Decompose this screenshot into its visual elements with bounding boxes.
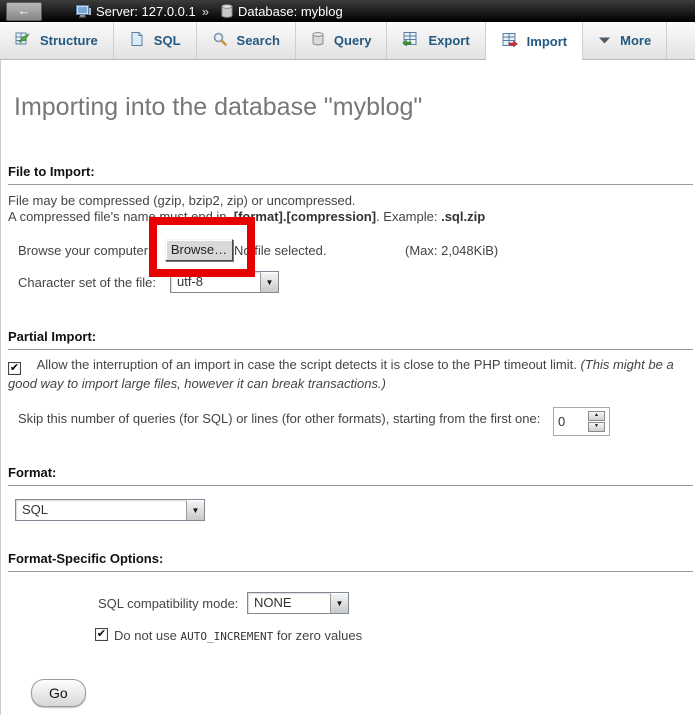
charset-select[interactable]: utf-8 ▼ xyxy=(170,271,279,293)
compression-line1: File may be compressed (gzip, bzip2, zip… xyxy=(8,193,688,209)
autoincrement-option-row: ✔ Do not use AUTO_INCREMENT for zero val… xyxy=(1,627,695,645)
chevron-down-icon xyxy=(598,33,611,48)
search-icon xyxy=(212,31,228,50)
charset-label: Character set of the file: xyxy=(18,275,156,290)
stepper-up-icon[interactable]: ▲ xyxy=(588,411,605,421)
breadcrumb-bar: ← Server: 127.0.0.1 » Database: myblog xyxy=(0,0,695,22)
tab-label: More xyxy=(620,33,651,48)
tab-bar: Structure SQL Search Query xyxy=(0,22,695,60)
charset-row: Character set of the file: utf-8 ▼ xyxy=(1,271,695,295)
breadcrumb-database[interactable]: Database: myblog xyxy=(238,4,343,19)
format-compression-token: .[format].[compression] xyxy=(230,209,376,224)
import-page: Importing into the database "myblog" Fil… xyxy=(0,60,695,715)
sql-compat-row: SQL compatibility mode: NONE ▼ xyxy=(1,592,695,618)
stepper-down-icon[interactable]: ▼ xyxy=(588,422,605,432)
breadcrumb-separator: » xyxy=(202,4,209,19)
charset-selected-value: utf-8 xyxy=(171,272,260,292)
tab-import[interactable]: Import xyxy=(486,22,583,60)
max-size-text: (Max: 2,048KiB) xyxy=(405,243,498,258)
tab-label: Query xyxy=(334,33,372,48)
tab-label: Export xyxy=(428,33,469,48)
tab-label: Structure xyxy=(40,33,98,48)
autoincrement-checkbox[interactable]: ✔ xyxy=(95,628,108,641)
auto-increment-code: AUTO_INCREMENT xyxy=(181,630,274,643)
allow-interrupt-checkbox[interactable]: ✔ xyxy=(8,362,21,375)
chevron-down-icon[interactable]: ▼ xyxy=(260,272,278,292)
format-row: SQL ▼ xyxy=(1,499,695,523)
browse-button[interactable]: Browse… xyxy=(165,239,233,261)
chevron-down-icon[interactable]: ▼ xyxy=(186,500,204,520)
back-button[interactable]: ← xyxy=(6,2,42,21)
chevron-down-icon[interactable]: ▼ xyxy=(330,593,348,613)
sql-icon xyxy=(129,31,145,50)
allow-interrupt-label: Allow the interruption of an import in c… xyxy=(37,357,581,372)
query-icon xyxy=(311,31,325,50)
allow-interrupt-option: ✔ Allow the interruption of an import in… xyxy=(8,356,688,393)
database-icon xyxy=(221,4,233,18)
format-select[interactable]: SQL ▼ xyxy=(15,499,205,521)
tab-label: Import xyxy=(527,34,567,49)
tab-label: Search xyxy=(237,33,280,48)
compression-info-text: File may be compressed (gzip, bzip2, zip… xyxy=(8,193,688,225)
autoincrement-label: Do not use AUTO_INCREMENT for zero value… xyxy=(114,628,362,643)
example-token: .sql.zip xyxy=(441,209,485,224)
no-file-selected-text: No file selected. xyxy=(234,243,327,258)
file-upload-row: Browse your computer: Browse… No file se… xyxy=(1,239,695,263)
sql-compat-selected-value: NONE xyxy=(248,593,330,613)
structure-icon xyxy=(15,31,31,50)
sql-compat-label: SQL compatibility mode: xyxy=(98,596,238,611)
skip-queries-row: Skip this number of queries (for SQL) or… xyxy=(1,407,695,433)
compression-line2: A compressed file's name must end in .[f… xyxy=(8,209,688,225)
page-title: Importing into the database "myblog" xyxy=(1,60,695,122)
section-heading-partial-import: Partial Import: xyxy=(8,329,693,350)
skip-queries-stepper[interactable]: 0 ▲ ▼ xyxy=(553,407,610,436)
tab-sql[interactable]: SQL xyxy=(114,22,197,59)
tab-query[interactable]: Query xyxy=(296,22,388,59)
tab-structure[interactable]: Structure xyxy=(0,22,114,59)
skip-queries-value: 0 xyxy=(558,414,584,429)
browse-computer-label: Browse your computer: xyxy=(18,243,152,258)
tab-more[interactable]: More xyxy=(583,22,667,59)
format-selected-value: SQL xyxy=(16,500,186,520)
section-heading-format: Format: xyxy=(8,465,693,486)
section-heading-file-to-import: File to Import: xyxy=(8,164,693,185)
server-icon xyxy=(76,5,91,18)
sql-compat-select[interactable]: NONE ▼ xyxy=(247,592,349,614)
breadcrumb-server[interactable]: Server: 127.0.0.1 xyxy=(96,4,196,19)
tab-label: SQL xyxy=(154,33,181,48)
export-icon xyxy=(402,31,419,50)
go-button[interactable]: Go xyxy=(31,679,86,707)
section-heading-format-specific: Format-Specific Options: xyxy=(8,551,693,572)
tab-export[interactable]: Export xyxy=(387,22,485,59)
tab-search[interactable]: Search xyxy=(197,22,296,59)
import-icon xyxy=(501,32,518,51)
skip-queries-label: Skip this number of queries (for SQL) or… xyxy=(18,411,540,426)
